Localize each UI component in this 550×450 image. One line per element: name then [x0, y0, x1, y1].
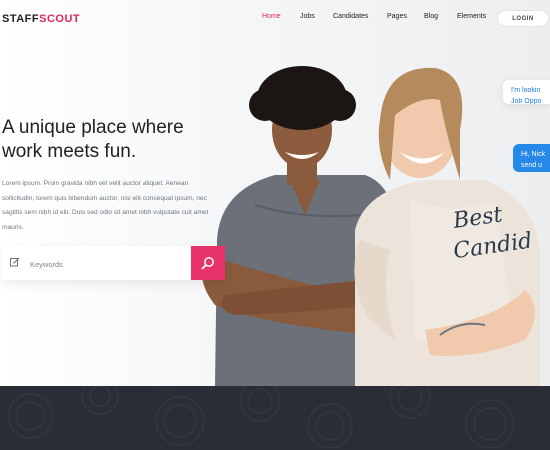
login-button[interactable]: LOGIN — [497, 10, 549, 27]
search-button[interactable] — [191, 246, 225, 280]
dark-section-band — [0, 386, 550, 450]
bubble2-line2: send u — [521, 162, 543, 169]
main-nav: Home Jobs Candidates Pages Blog Elements — [0, 13, 550, 25]
search-icon — [201, 257, 214, 270]
nav-item-home[interactable]: Home — [262, 13, 281, 20]
chat-bubble-outgoing: Hi, Nick send u — [513, 144, 550, 172]
nav-item-jobs[interactable]: Jobs — [300, 13, 315, 20]
script-overlay-text: Best Candid — [451, 193, 550, 266]
headline-line1: A unique place where — [2, 117, 184, 138]
nav-item-pages[interactable]: Pages — [387, 13, 407, 20]
decorative-circles-pattern — [7, 386, 515, 449]
bubble2-line1: Hi, Nick — [521, 151, 546, 158]
hero-description: Lorem ipsum. Proin gravida nibh vel veli… — [2, 180, 209, 231]
headline-line2: work meets fun. — [2, 141, 137, 162]
hero-section: STAFFSCOUT Home Jobs Candidates Pages Bl… — [0, 0, 550, 386]
nav-item-candidates[interactable]: Candidates — [333, 13, 368, 20]
nav-item-blog[interactable]: Blog — [424, 13, 438, 20]
hero-headline: A unique place where work meets fun. — [2, 116, 232, 164]
bubble1-line1: I'm lookin — [511, 87, 541, 94]
nav-item-elements[interactable]: Elements — [457, 13, 486, 20]
keyword-search-bar — [2, 246, 225, 280]
chat-bubble-incoming: I'm lookin Job Oppo — [503, 80, 550, 104]
bubble1-line2: Job Oppo — [511, 98, 542, 104]
edit-icon — [10, 257, 20, 267]
keywords-input[interactable] — [28, 255, 182, 273]
